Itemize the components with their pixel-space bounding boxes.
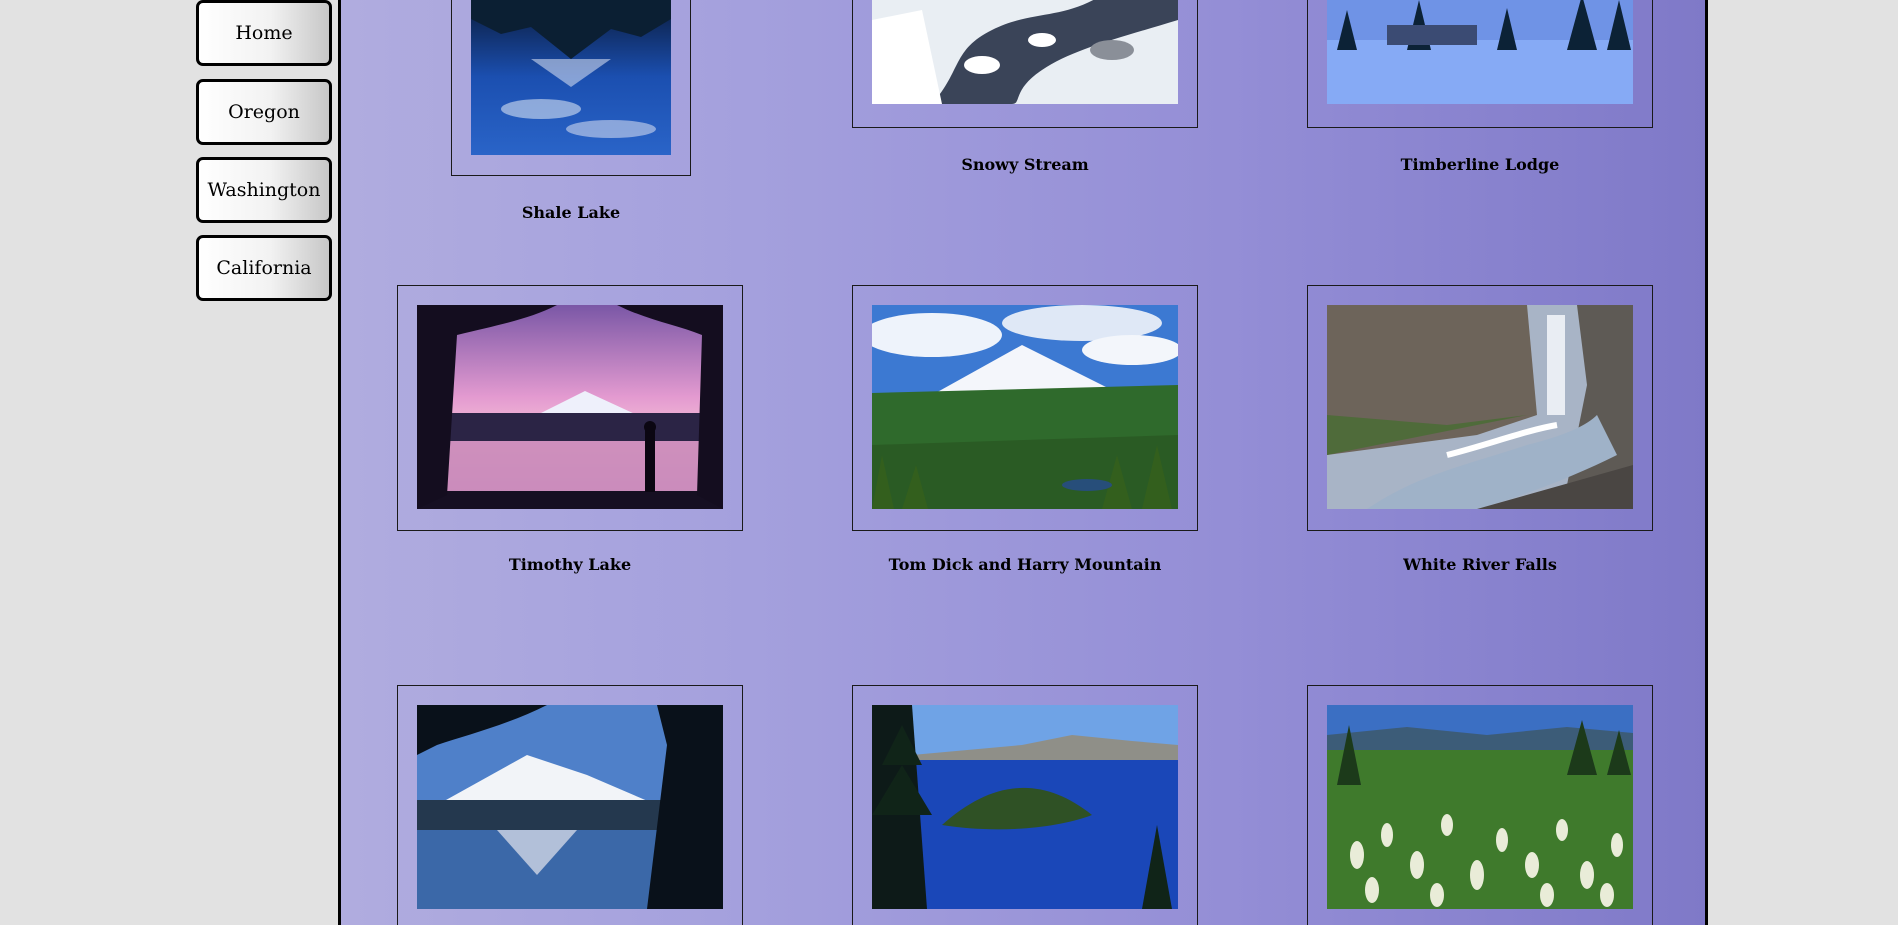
nav-label-washington: Washington <box>207 179 321 201</box>
photo-frame-timothy-lake[interactable] <box>397 285 743 531</box>
caption-timberline-lodge: Timberline Lodge <box>1400 155 1560 174</box>
nav-label-home: Home <box>235 22 293 44</box>
photo-tom-dick-harry <box>872 305 1178 509</box>
caption-tom-dick-harry: Tom Dick and Harry Mountain <box>888 555 1162 574</box>
photo-row3-3 <box>1327 705 1633 909</box>
photo-frame-row3-1[interactable] <box>397 685 743 925</box>
photo-shale-lake <box>471 0 671 155</box>
photo-frame-row3-2[interactable] <box>852 685 1198 925</box>
photo-white-river-falls <box>1327 305 1633 509</box>
photo-frame-tom-dick-harry[interactable] <box>852 285 1198 531</box>
photo-frame-shale-lake[interactable] <box>451 0 691 176</box>
photo-timberline-lodge <box>1327 0 1633 104</box>
nav-label-california: California <box>216 257 312 279</box>
caption-shale-lake: Shale Lake <box>521 203 621 222</box>
photo-frame-row3-3[interactable] <box>1307 685 1653 925</box>
nav-button-home[interactable]: Home <box>196 0 332 66</box>
nav-button-oregon[interactable]: Oregon <box>196 79 332 145</box>
nav-button-washington[interactable]: Washington <box>196 157 332 223</box>
caption-white-river-falls: White River Falls <box>1403 555 1557 574</box>
photo-frame-timberline-lodge[interactable] <box>1307 0 1653 128</box>
photo-frame-white-river-falls[interactable] <box>1307 285 1653 531</box>
gallery-panel: Shale Lake Snowy Stream Timberline Lodge <box>338 0 1708 925</box>
photo-timothy-lake <box>417 305 723 509</box>
photo-snowy-stream <box>872 0 1178 104</box>
caption-snowy-stream: Snowy Stream <box>961 155 1089 174</box>
photo-row3-1 <box>417 705 723 909</box>
caption-timothy-lake: Timothy Lake <box>508 555 632 574</box>
photo-frame-snowy-stream[interactable] <box>852 0 1198 128</box>
photo-row3-2 <box>872 705 1178 909</box>
nav-button-california[interactable]: California <box>196 235 332 301</box>
nav-label-oregon: Oregon <box>228 101 300 123</box>
